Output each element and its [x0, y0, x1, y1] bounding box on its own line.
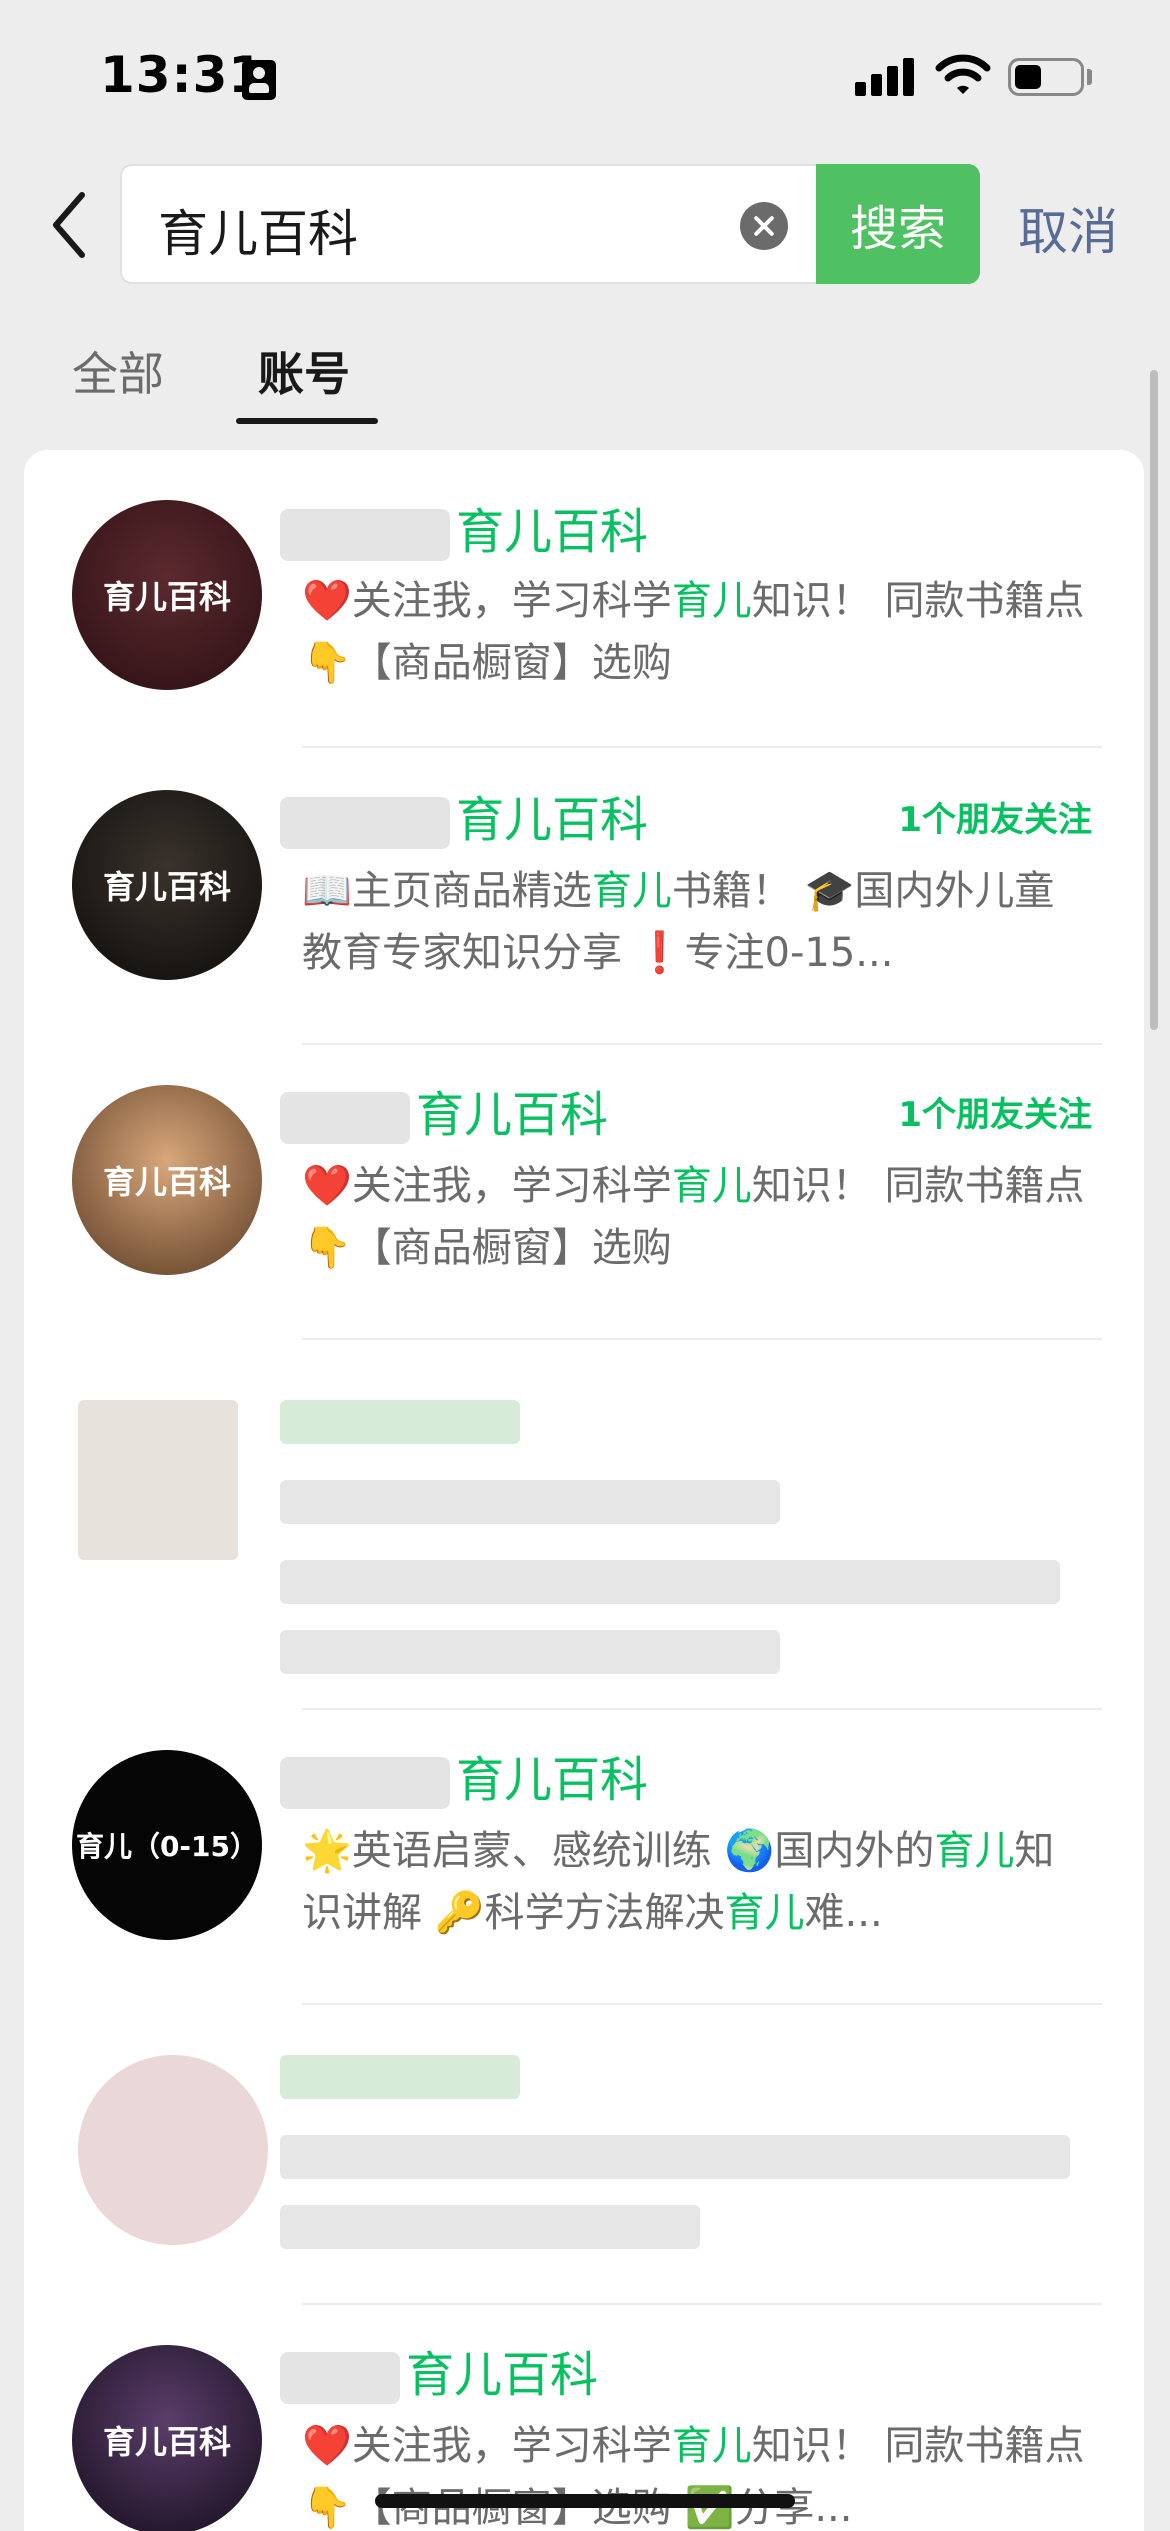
masked-name [280, 1400, 520, 1444]
masked-text [280, 1560, 1060, 1604]
friends-following-badge: 1个朋友关注 [898, 800, 1092, 840]
account-name: 育儿百科 [280, 780, 648, 850]
list-item-redacted[interactable] [24, 2005, 1144, 2305]
desc-highlight: 育儿 [934, 1828, 1015, 1874]
masked-text [280, 1480, 780, 1524]
avatar-label: 育儿百科 [102, 2423, 231, 2461]
battery-icon [1008, 58, 1084, 96]
account-name: 育儿百科 [280, 1740, 648, 1810]
masked-text [280, 2205, 700, 2249]
desc-highlight: 育儿 [671, 578, 752, 624]
signal-icon [855, 56, 915, 96]
avatar: 育儿百科 [72, 2345, 262, 2531]
cancel-button[interactable]: 取消 [1018, 192, 1118, 264]
friends-following-badge: 1个朋友关注 [898, 1095, 1092, 1135]
account-name: 育儿百科 [280, 2335, 598, 2405]
account-name: 育儿百科 [280, 1075, 608, 1145]
masked-name [280, 1757, 450, 1809]
account-description: 📖主页商品精选育儿书籍！ 🎓国内外儿童教育专家知识分享 ❗专注0-15... [302, 860, 1092, 984]
masked-text [280, 2135, 1070, 2179]
masked-name [280, 2352, 400, 2404]
list-item[interactable]: 育儿百科 育儿百科 1个朋友关注 ❤️关注我，学习科学育儿知识！ 同款书籍点 👇… [24, 1045, 1144, 1340]
desc-highlight: 育儿 [671, 2423, 752, 2469]
account-name: 育儿百科 [280, 492, 648, 562]
account-description: ❤️关注我，学习科学育儿知识！ 同款书籍点 👇【商品橱窗】选购 [302, 570, 1092, 694]
account-description: ❤️关注我，学习科学育儿知识！ 同款书籍点 👇【商品橱窗】选购 [302, 1155, 1092, 1279]
tab-account[interactable]: 账号 [258, 338, 350, 404]
battery-tip [1087, 69, 1092, 85]
avatar: 育儿百科 [72, 1085, 262, 1275]
search-button[interactable]: 搜索 [816, 164, 980, 284]
account-name-text: 育儿百科 [406, 2347, 599, 2403]
desc-part: 🌟英语启蒙、感统训练 🌍国内外的 [302, 1828, 935, 1874]
wifi-icon [935, 54, 991, 94]
status-bar: 13:31 [0, 0, 1170, 150]
account-description: 🌟英语启蒙、感统训练 🌍国内外的育儿知识讲解 🔑科学方法解决育儿难... [302, 1820, 1092, 1944]
list-item[interactable]: 育儿（0-15） 育儿百科 🌟英语启蒙、感统训练 🌍国内外的育儿知识讲解 🔑科学… [24, 1710, 1144, 2005]
account-name-text: 育儿百科 [456, 792, 649, 848]
masked-name [280, 2055, 520, 2099]
account-name-text: 育儿百科 [456, 504, 649, 560]
status-time: 13:31 [100, 46, 265, 104]
desc-highlight: 育儿 [671, 1163, 752, 1209]
tab-all[interactable]: 全部 [72, 338, 164, 404]
search-query: 育儿百科 [158, 205, 358, 263]
avatar: 育儿百科 [72, 500, 262, 690]
scrollbar[interactable] [1150, 370, 1158, 1030]
masked-name [280, 509, 450, 561]
result-tabs: 全部 账号 [0, 320, 1170, 430]
tab-underline [236, 418, 378, 424]
avatar: 育儿百科 [72, 790, 262, 980]
avatar-label: 育儿（0-15） [75, 1830, 259, 1863]
home-indicator[interactable] [375, 2494, 795, 2508]
list-item[interactable]: 育儿百科 育儿百科 1个朋友关注 📖主页商品精选育儿书籍！ 🎓国内外儿童教育专家… [24, 750, 1144, 1045]
desc-highlight: 育儿 [591, 868, 672, 914]
avatar-label: 育儿百科 [102, 868, 231, 906]
desc-part: 📖主页商品精选 [302, 868, 592, 914]
avatar: 育儿（0-15） [72, 1750, 262, 1940]
desc-highlight: 育儿 [724, 1890, 805, 1936]
masked-avatar [78, 1400, 238, 1560]
account-name-text: 育儿百科 [416, 1087, 609, 1143]
list-item-redacted[interactable] [24, 1340, 1144, 1710]
chevron-left-icon [53, 192, 85, 258]
account-description: ❤️关注我，学习科学育儿知识！ 同款书籍点 👇【商品橱窗】选购 ✅分享... [302, 2415, 1092, 2531]
avatar-label: 育儿百科 [102, 1163, 231, 1201]
desc-part: ❤️关注我，学习科学 [302, 578, 672, 624]
results-list: 育儿百科 育儿百科 ❤️关注我，学习科学育儿知识！ 同款书籍点 👇【商品橱窗】选… [24, 450, 1144, 2531]
desc-part: 难... [804, 1890, 883, 1936]
masked-name [280, 797, 450, 849]
desc-part: ❤️关注我，学习科学 [302, 2423, 672, 2469]
desc-part: ❤️关注我，学习科学 [302, 1163, 672, 1209]
account-name-text: 育儿百科 [456, 1752, 649, 1808]
masked-name [280, 1092, 410, 1144]
masked-avatar [78, 2055, 268, 2245]
divider [302, 746, 1102, 748]
masked-text [280, 1630, 780, 1674]
clear-icon[interactable] [740, 202, 788, 250]
list-item[interactable]: 育儿百科 育儿百科 ❤️关注我，学习科学育儿知识！ 同款书籍点 👇【商品橱窗】选… [24, 480, 1144, 750]
avatar-label: 育儿百科 [102, 578, 231, 616]
back-button[interactable] [40, 185, 100, 265]
focus-id-icon [242, 60, 276, 100]
